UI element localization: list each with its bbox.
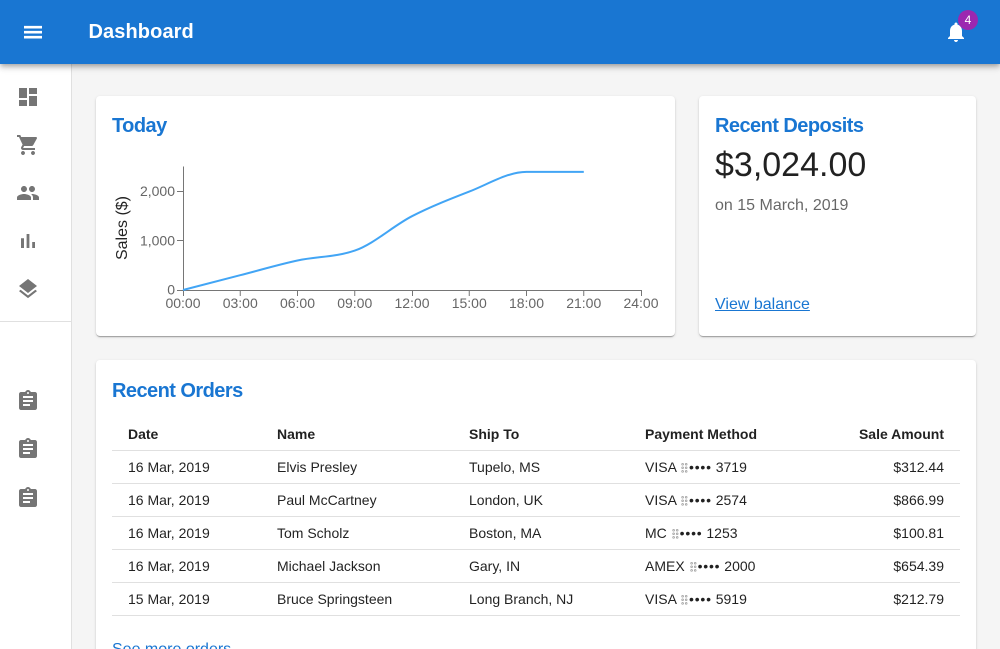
svg-text:12:00: 12:00: [394, 295, 429, 311]
svg-text:06:00: 06:00: [280, 295, 315, 311]
svg-text:18:00: 18:00: [509, 295, 544, 311]
svg-text:09:00: 09:00: [337, 295, 372, 311]
svg-text:24:00: 24:00: [623, 295, 658, 311]
svg-text:00:00: 00:00: [165, 295, 200, 311]
svg-text:15:00: 15:00: [452, 295, 487, 311]
svg-text:2,000: 2,000: [140, 183, 175, 199]
svg-text:1,000: 1,000: [140, 232, 175, 248]
svg-text:03:00: 03:00: [223, 295, 258, 311]
svg-text:Sales ($): Sales ($): [114, 196, 131, 260]
svg-text:21:00: 21:00: [566, 295, 601, 311]
